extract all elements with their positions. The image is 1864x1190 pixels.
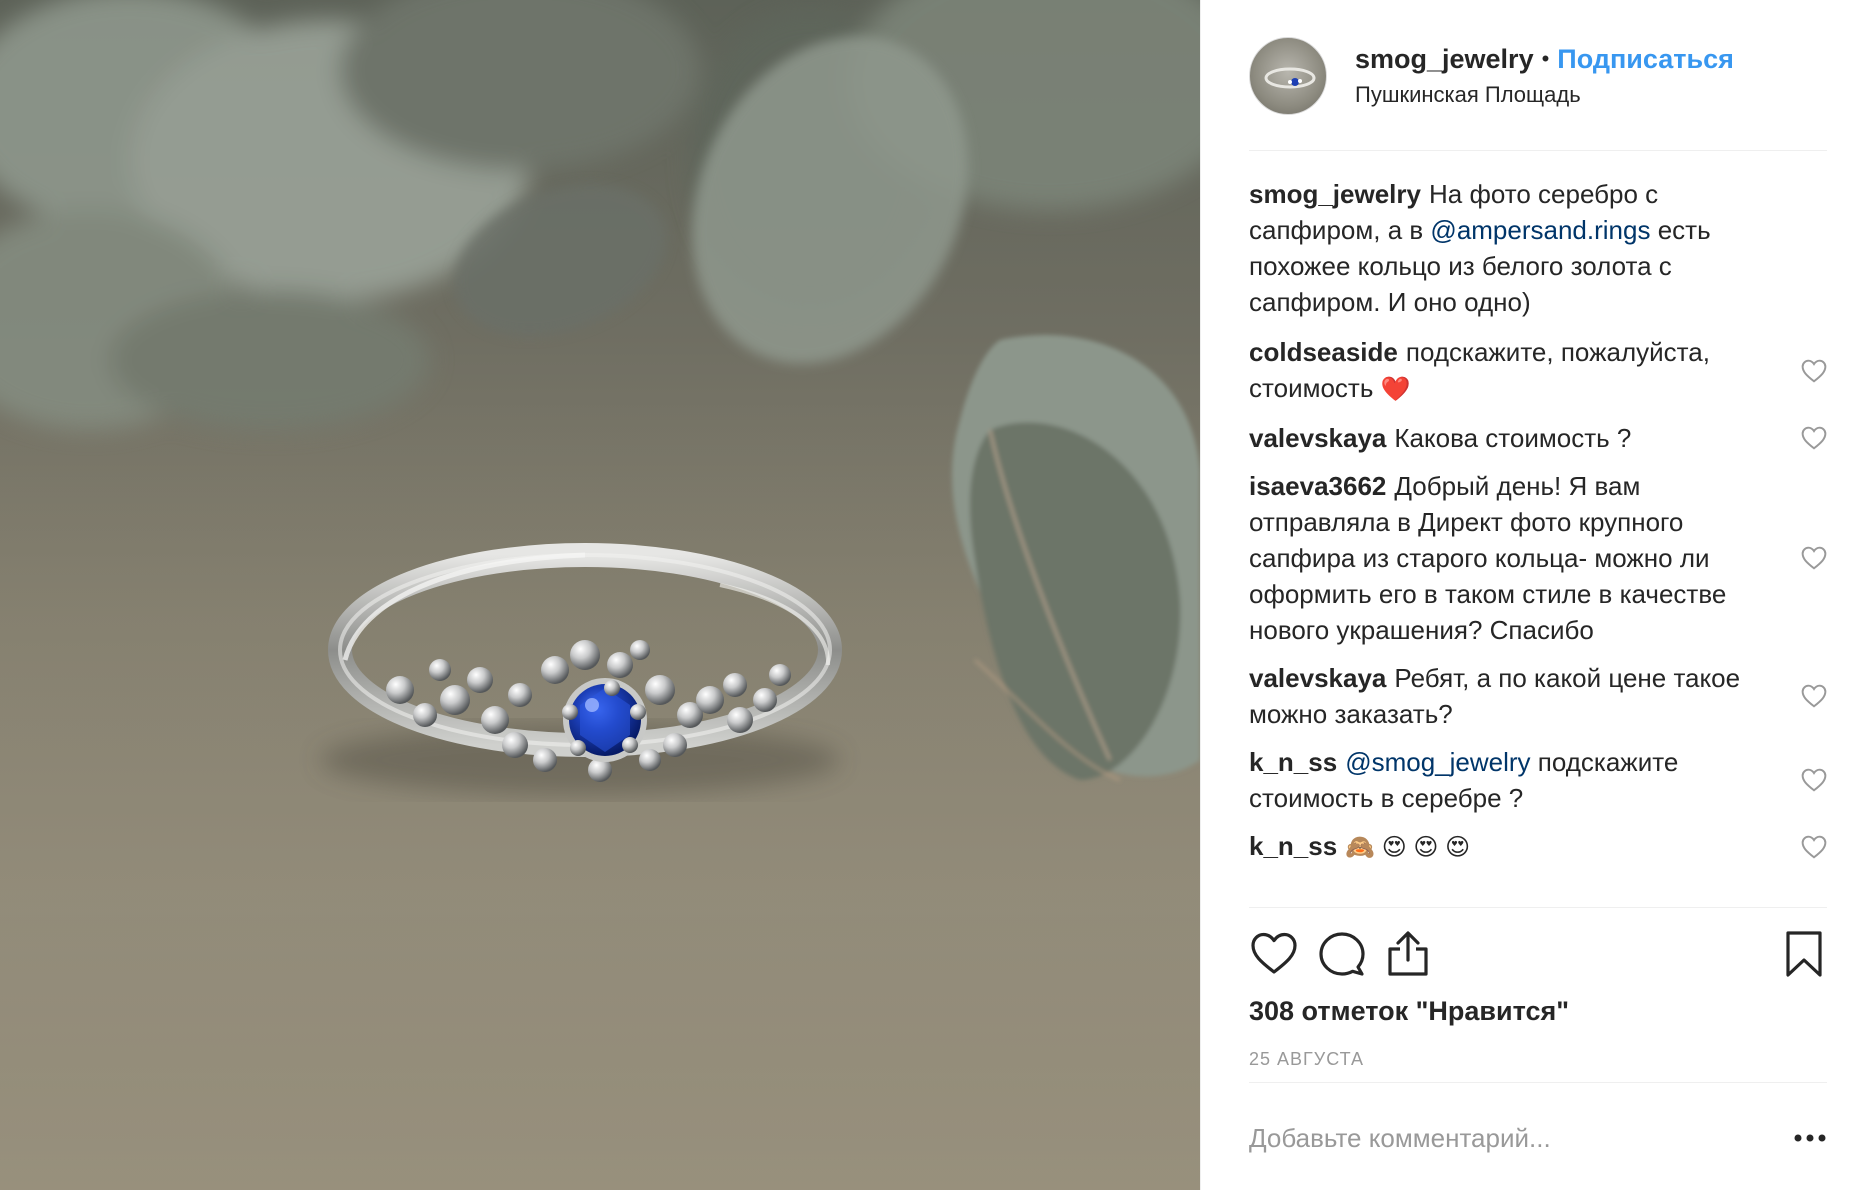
- ring-thumbnail-icon: [1264, 67, 1316, 89]
- comment-username[interactable]: isaeva3662: [1249, 471, 1386, 501]
- comment-item: isaeva3662 Добрый день! Я вам отправляла …: [1249, 468, 1827, 648]
- comment-username[interactable]: k_n_ss: [1249, 831, 1337, 861]
- comment-item: valevskaya Ребят, а по какой цене такое м…: [1249, 660, 1827, 732]
- comment-mention[interactable]: @smog_jewelry: [1345, 747, 1530, 777]
- header-title-row: smog_jewelry • Подписаться: [1355, 42, 1734, 76]
- header-username[interactable]: smog_jewelry: [1355, 42, 1534, 76]
- header-separator: •: [1541, 46, 1550, 71]
- caption: smog_jewelry На фото серебро с сапфиром, …: [1249, 176, 1827, 320]
- comment-username[interactable]: valevskaya: [1249, 423, 1386, 453]
- post-date[interactable]: 25 АВГУСТА: [1249, 1048, 1364, 1070]
- ring-photo-illustration: [0, 0, 1200, 1190]
- more-options-icon[interactable]: [1793, 1126, 1827, 1150]
- caption-username[interactable]: smog_jewelry: [1249, 179, 1421, 209]
- post-side-panel: smog_jewelry • Подписаться Пушкинская Пл…: [1200, 0, 1864, 1190]
- comment-emoji-text: 🙈 😍 😍 😍: [1345, 834, 1471, 861]
- follow-button[interactable]: Подписаться: [1557, 42, 1734, 76]
- comment-heart-icon[interactable]: [1801, 768, 1827, 792]
- add-comment-input[interactable]: [1249, 1118, 1769, 1158]
- comment-item: k_n_ss 🙈 😍 😍 😍: [1249, 828, 1827, 866]
- comment-item: k_n_ss @smog_jewelry подскажите стоимость…: [1249, 744, 1827, 816]
- post-photo[interactable]: [0, 0, 1200, 1190]
- comment-item: coldseaside подскажите, пожалуйста, стоим…: [1249, 334, 1827, 408]
- actions-divider: [1249, 907, 1827, 908]
- comment-username[interactable]: valevskaya: [1249, 663, 1386, 693]
- comment-text: Какова стоимость ?: [1394, 423, 1632, 453]
- comment-heart-icon[interactable]: [1801, 684, 1827, 708]
- caption-mention[interactable]: @ampersand.rings: [1430, 215, 1650, 245]
- instagram-post: smog_jewelry • Подписаться Пушкинская Пл…: [0, 0, 1864, 1190]
- comment-heart-icon[interactable]: [1801, 359, 1827, 383]
- comment-item: valevskaya Какова стоимость ?: [1249, 420, 1827, 456]
- action-bar: [1249, 925, 1827, 981]
- red-heart-emoji: ❤️: [1380, 376, 1411, 403]
- location-link[interactable]: Пушкинская Площадь: [1355, 80, 1734, 110]
- comment-heart-icon[interactable]: [1801, 546, 1827, 570]
- comment-input-divider: [1249, 1082, 1827, 1083]
- header-text: smog_jewelry • Подписаться Пушкинская Пл…: [1355, 42, 1734, 110]
- post-header: smog_jewelry • Подписаться Пушкинская Пл…: [1249, 30, 1829, 122]
- heart-icon[interactable]: [1249, 929, 1299, 979]
- comment-username[interactable]: coldseaside: [1249, 337, 1398, 367]
- comment-username[interactable]: k_n_ss: [1249, 747, 1337, 777]
- share-icon[interactable]: [1383, 929, 1433, 979]
- comments-list: smog_jewelry На фото серебро с сапфиром, …: [1249, 176, 1827, 878]
- avatar[interactable]: [1249, 37, 1327, 115]
- bookmark-icon[interactable]: [1779, 929, 1829, 979]
- likes-count[interactable]: 308 отметок "Нравится": [1249, 994, 1569, 1028]
- comment-heart-icon[interactable]: [1801, 426, 1827, 450]
- comment-heart-icon[interactable]: [1801, 835, 1827, 859]
- comment-bubble-icon[interactable]: [1317, 929, 1367, 979]
- header-divider: [1249, 150, 1827, 151]
